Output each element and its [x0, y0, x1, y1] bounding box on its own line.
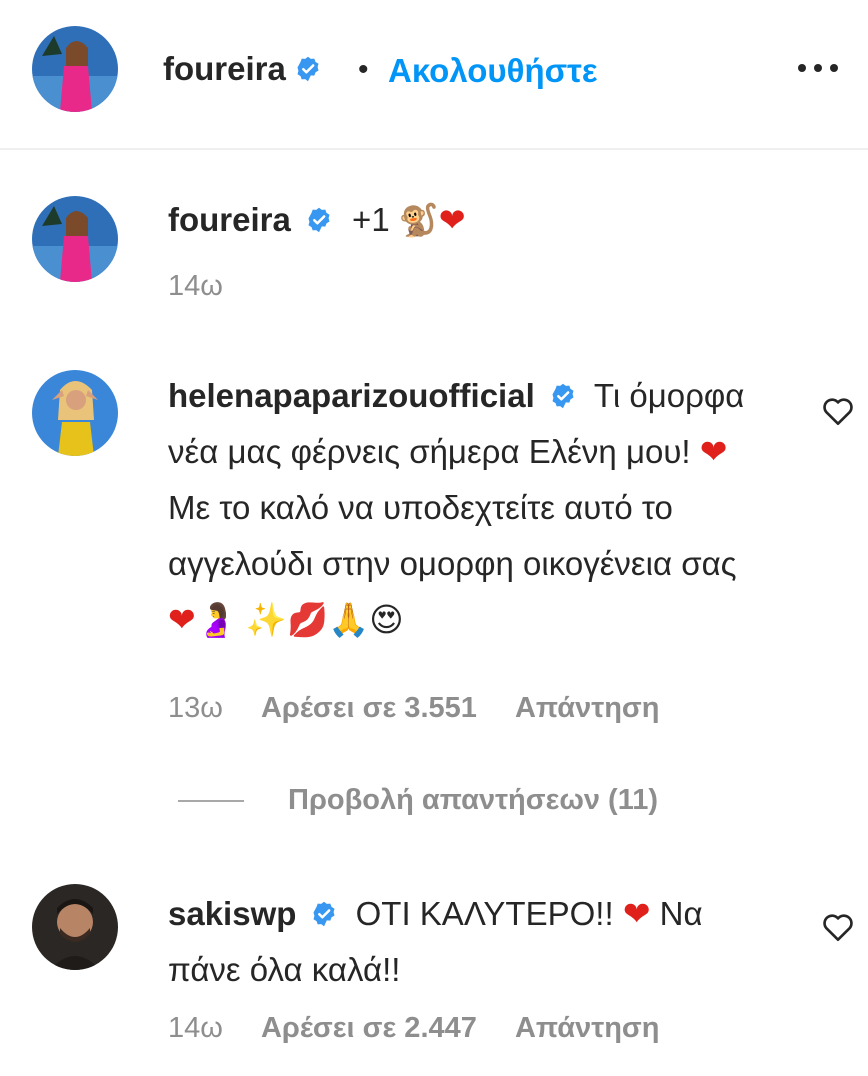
verified-badge-icon [308, 207, 330, 233]
post-header: foureira • Ακολουθήστε [0, 0, 868, 150]
reply-button[interactable]: Απάντηση [515, 1012, 660, 1044]
comment-likes[interactable]: Αρέσει σε 2.447 [261, 1012, 477, 1044]
reply-button[interactable]: Απάντηση [515, 692, 660, 724]
more-options-icon[interactable] [790, 56, 846, 80]
heart-outline-icon[interactable] [822, 396, 854, 426]
heart-emoji: ❤ [699, 433, 728, 470]
avatar-image [32, 884, 118, 970]
avatar[interactable] [32, 196, 118, 282]
heart-outline-icon[interactable] [822, 912, 854, 942]
comment-username[interactable]: helenapaparizouofficial [168, 377, 535, 414]
comment-username[interactable]: sakiswp [168, 895, 296, 932]
heart-emoji: ❤ [622, 895, 651, 932]
view-replies-button[interactable]: Προβολή απαντήσεων (11) [178, 784, 658, 817]
post-author-username[interactable]: foureira [163, 50, 286, 87]
avatar[interactable] [32, 370, 118, 456]
comment-text: Τι όμορφα νέα μας φέρνεις σήμερα Ελένη μ… [168, 377, 745, 638]
comment-likes[interactable]: Αρέσει σε 3.551 [261, 692, 477, 724]
avatar[interactable] [32, 884, 118, 970]
follow-button[interactable]: Ακολουθήστε [388, 52, 598, 90]
comment-time: 14ω [168, 270, 223, 302]
view-replies-label: Προβολή απαντήσεων (11) [288, 784, 659, 816]
replies-divider-line [178, 799, 244, 802]
monkey-emoji: 🐒 [398, 201, 439, 239]
avatar-image [32, 26, 118, 112]
avatar-image [32, 196, 118, 282]
avatar-image [32, 370, 118, 456]
heart-emoji: ❤ [438, 201, 466, 239]
comment-text: +1 [352, 201, 390, 238]
separator-dot: • [358, 53, 369, 86]
comment-time: 14ω [168, 1012, 223, 1044]
heart-emoji: ❤ [168, 601, 196, 638]
comment-time: 13ω [168, 692, 223, 724]
verified-badge-icon [313, 901, 335, 927]
avatar[interactable] [32, 26, 118, 112]
comment-username[interactable]: foureira [168, 201, 291, 238]
verified-badge-icon [552, 383, 574, 409]
verified-badge-icon [297, 56, 319, 82]
